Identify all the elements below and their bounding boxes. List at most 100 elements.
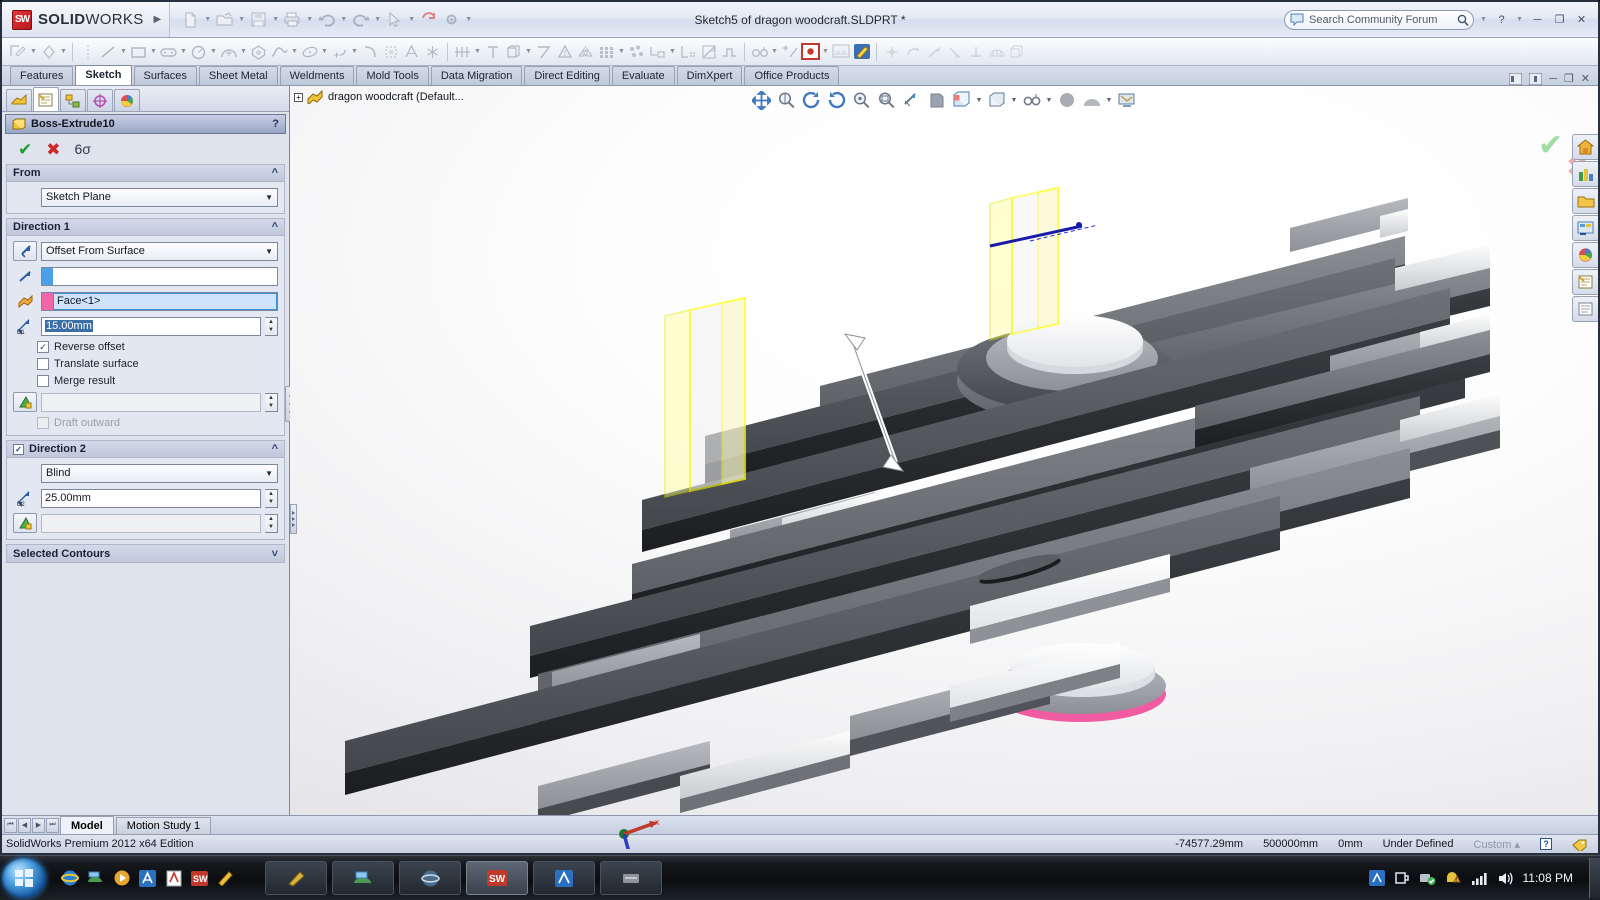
help-button[interactable]: ? — [1493, 12, 1510, 27]
draft-angle-d2-stepper[interactable]: ▲▼ — [265, 514, 278, 533]
view-palette-icon[interactable] — [1572, 242, 1598, 268]
warning-tray-icon[interactable]: ! — [1445, 870, 1462, 886]
draft-angle-d2-input[interactable] — [41, 514, 261, 533]
offset-caret-icon[interactable]: ▼ — [668, 48, 677, 55]
smart-dimension-icon[interactable] — [38, 39, 59, 65]
quick-snaps-caret-icon[interactable]: ▼ — [524, 48, 533, 55]
edrawings-icon[interactable] — [216, 869, 235, 888]
print-icon[interactable] — [282, 7, 303, 33]
ok-button[interactable]: ✔ — [18, 141, 32, 158]
tab-dimxpert[interactable]: DimXpert — [677, 66, 743, 85]
view-settings-icon[interactable] — [1115, 88, 1138, 112]
property-manager-help-button[interactable]: ? — [272, 118, 279, 130]
redo-icon[interactable] — [350, 7, 371, 33]
tab-data-migration[interactable]: Data Migration — [431, 66, 523, 85]
graphics-canvas[interactable] — [290, 86, 1598, 849]
rotate-view-icon[interactable] — [800, 88, 823, 112]
restore-button[interactable]: ❐ — [1551, 12, 1568, 27]
sketch-ink-icon[interactable] — [851, 39, 872, 65]
collapse-chevron-icon[interactable]: ^ — [272, 221, 278, 233]
taskbar-clock[interactable]: 11:08 PM — [1523, 871, 1573, 885]
tab-sheet-metal[interactable]: Sheet Metal — [199, 66, 278, 85]
smart-dimension-caret-icon[interactable]: ▼ — [59, 48, 68, 55]
reverse-direction-button[interactable] — [13, 241, 37, 261]
direction-2-enable-checkbox[interactable]: ✓ — [13, 444, 24, 455]
depth-d2-input[interactable]: 25.00mm — [41, 489, 261, 508]
add-relation-icon[interactable] — [881, 39, 902, 65]
spline-icon[interactable] — [269, 39, 290, 65]
arc-icon[interactable] — [218, 39, 239, 65]
polygon-icon[interactable] — [248, 39, 269, 65]
tab-next-button[interactable]: ▶ — [32, 818, 45, 833]
feature-tree-root[interactable]: + dragon woodcraft (Default... — [294, 90, 464, 104]
direction-reference-field[interactable] — [41, 267, 278, 286]
blocks-icon[interactable] — [1007, 39, 1028, 65]
show-desktop-button[interactable] — [1589, 858, 1600, 898]
spline-caret-icon[interactable]: ▼ — [290, 48, 299, 55]
tile-horizontally-icon[interactable] — [1509, 73, 1522, 85]
repair-sketch-icon[interactable] — [482, 39, 503, 65]
linear-pattern-caret-icon[interactable]: ▼ — [617, 48, 626, 55]
convert-entities-icon[interactable] — [677, 39, 698, 65]
minimize-button[interactable]: ─ — [1529, 12, 1546, 27]
horizontal-relation-icon[interactable] — [965, 39, 986, 65]
face-reference-field[interactable]: Face<1> — [41, 292, 278, 311]
update-tray-icon[interactable] — [1419, 870, 1436, 886]
rectangle-caret-icon[interactable]: ▼ — [149, 48, 158, 55]
viewport-left-splitter[interactable] — [290, 504, 297, 534]
redo-caret-icon[interactable]: ▼ — [373, 16, 382, 23]
explorer-task[interactable] — [332, 861, 394, 895]
tab-mold-tools[interactable]: Mold Tools — [356, 66, 428, 85]
cancel-button[interactable]: ✖ — [46, 141, 60, 158]
relations-caret-icon[interactable]: ▼ — [473, 48, 482, 55]
group-selected-contours-title[interactable]: Selected Contours ˅ — [7, 545, 284, 562]
end-condition-2-select[interactable]: Blind ▼ — [41, 464, 278, 483]
display-style-caret-icon[interactable]: ▼ — [1010, 97, 1018, 104]
display-manager-tab[interactable] — [114, 89, 140, 111]
mirror-entities-icon[interactable] — [575, 39, 596, 65]
offset-entities-icon[interactable] — [647, 39, 668, 65]
device-tray-icon[interactable] — [1394, 870, 1410, 886]
tab-office-products[interactable]: Office Products — [744, 66, 839, 85]
zoom-in-out-icon[interactable] — [850, 88, 873, 112]
open-document-icon[interactable] — [214, 7, 235, 33]
tile-vertically-icon[interactable] — [1529, 73, 1542, 85]
volume-tray-icon[interactable] — [1497, 871, 1514, 886]
select-icon[interactable] — [384, 7, 405, 33]
viewport-ok-button[interactable]: ✔ — [1538, 128, 1563, 163]
edrawings-task[interactable] — [265, 861, 327, 895]
detailed-preview-button[interactable]: 6σ — [75, 141, 91, 158]
rotate-view-2-icon[interactable] — [825, 88, 848, 112]
draft-on-off-button[interactable] — [13, 392, 37, 412]
hide-show-items-icon[interactable] — [925, 88, 948, 112]
options-caret-icon[interactable]: ▼ — [464, 16, 473, 23]
display-delete-relations-icon[interactable] — [452, 39, 473, 65]
shaded-sketch-contours-icon[interactable] — [554, 39, 575, 65]
tab-weldments[interactable]: Weldments — [280, 66, 355, 85]
fillet-icon[interactable] — [359, 39, 380, 65]
solidworks-task[interactable]: SW — [466, 861, 528, 895]
windows-explorer-icon[interactable] — [86, 869, 105, 888]
merge-result-checkbox[interactable]: Merge result — [37, 375, 278, 387]
instant3d-icon[interactable] — [800, 39, 821, 65]
close-button[interactable]: ✕ — [1573, 12, 1590, 27]
draft-angle-d1-stepper[interactable]: ▲▼ — [265, 393, 278, 412]
slot-icon[interactable] — [158, 39, 179, 65]
save-icon[interactable] — [248, 7, 269, 33]
search-pane-icon[interactable] — [1572, 215, 1598, 241]
network-tray-icon[interactable] — [1471, 871, 1488, 886]
tab-direct-editing[interactable]: Direct Editing — [524, 66, 609, 85]
tab-prev-button[interactable]: ◀ — [18, 818, 31, 833]
construction-geometry-icon[interactable] — [77, 39, 98, 65]
tab-motion-study[interactable]: Motion Study 1 — [116, 817, 211, 834]
display-style-icon[interactable] — [985, 88, 1008, 112]
circle-caret-icon[interactable]: ▼ — [209, 48, 218, 55]
rapid-sketch-icon[interactable] — [533, 39, 554, 65]
undo-icon[interactable] — [316, 7, 337, 33]
pan-icon[interactable] — [750, 88, 773, 112]
translate-surface-checkbox[interactable]: Translate surface — [37, 358, 278, 370]
preview-caret-icon[interactable]: ▼ — [770, 48, 779, 55]
tab-evaluate[interactable]: Evaluate — [612, 66, 675, 85]
depth-d1-input[interactable]: 15.00mm — [41, 317, 261, 336]
media-player-icon[interactable] — [112, 869, 131, 888]
